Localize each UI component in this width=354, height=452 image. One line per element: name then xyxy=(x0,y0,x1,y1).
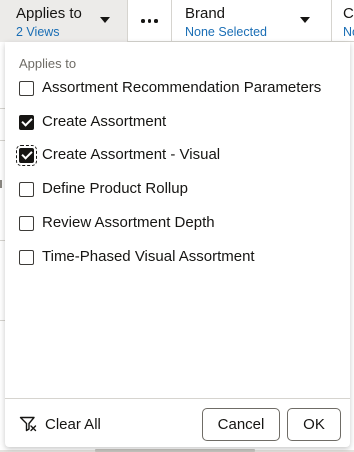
option-create-assortment-visual[interactable]: Create Assortment - Visual xyxy=(16,143,221,167)
col-filter[interactable]: Col None xyxy=(332,0,354,42)
option-define-product-rollup[interactable]: Define Product Rollup xyxy=(19,177,188,201)
checkbox-checked-icon[interactable] xyxy=(16,144,37,166)
applies-to-title: Applies to xyxy=(16,5,82,22)
applies-to-dropdown: Applies to Assortment Recommendation Par… xyxy=(5,42,350,447)
option-label: Assortment Recommendation Parameters xyxy=(42,79,322,96)
checkbox-unchecked-icon[interactable] xyxy=(19,181,34,197)
option-time-phased-visual-assortment[interactable]: Time-Phased Visual Assortment xyxy=(19,245,255,269)
brand-filter[interactable]: Brand None Selected xyxy=(172,0,332,42)
ellipsis-icon xyxy=(141,19,158,23)
option-assortment-recommendation-parameters[interactable]: Assortment Recommendation Parameters xyxy=(19,76,321,100)
filter-clear-icon xyxy=(19,416,37,432)
dropdown-header: Applies to xyxy=(19,56,77,71)
footer-divider xyxy=(5,398,350,399)
option-label: Create Assortment xyxy=(42,113,167,130)
caret-down-icon xyxy=(300,17,310,23)
clear-all-label: Clear All xyxy=(45,415,101,433)
checkbox-unchecked-icon[interactable] xyxy=(19,215,34,231)
option-create-assortment[interactable]: Create Assortment xyxy=(19,110,166,134)
checkbox-checked-icon[interactable] xyxy=(19,114,34,130)
cancel-button[interactable]: Cancel xyxy=(202,408,280,441)
caret-down-icon xyxy=(100,17,110,23)
option-label: Create Assortment - Visual xyxy=(42,146,221,163)
col-title: Col xyxy=(343,5,354,22)
applies-to-value: 2 Views xyxy=(16,25,60,39)
checkbox-unchecked-icon[interactable] xyxy=(19,249,34,265)
clear-all-button[interactable]: Clear All xyxy=(19,412,101,436)
option-label: Define Product Rollup xyxy=(42,180,188,197)
col-value: None xyxy=(343,25,354,39)
checkbox-unchecked-icon[interactable] xyxy=(19,80,34,96)
ok-button[interactable]: OK xyxy=(287,408,341,441)
applies-to-filter[interactable]: Applies to 2 Views xyxy=(0,0,128,42)
filter-bar: Applies to 2 Views Brand None Selected C… xyxy=(0,0,354,42)
brand-value: None Selected xyxy=(185,25,268,39)
background-row-divider xyxy=(0,180,2,188)
option-label: Time-Phased Visual Assortment xyxy=(42,248,255,265)
more-filters-button[interactable] xyxy=(128,0,172,42)
option-label: Review Assortment Depth xyxy=(42,214,215,231)
option-review-assortment-depth[interactable]: Review Assortment Depth xyxy=(19,211,215,235)
